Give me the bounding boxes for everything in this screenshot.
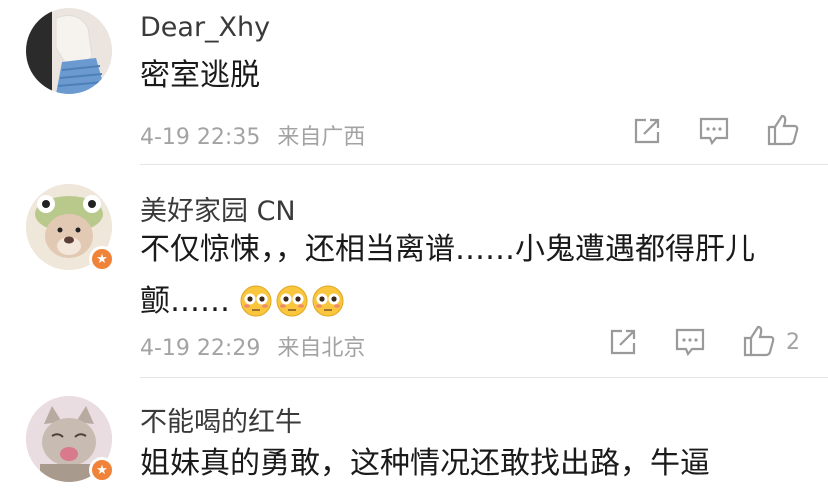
username[interactable]: 不能喝的红牛	[140, 400, 302, 439]
comment-item: ★ 不能喝的红牛 姐妹真的勇敢，这种情况还敢找出路，牛逼	[0, 0, 828, 497]
verified-badge-icon: ★	[89, 457, 115, 483]
comment-text: 姐妹真的勇敢，这种情况还敢找出路，牛逼	[140, 446, 710, 481]
